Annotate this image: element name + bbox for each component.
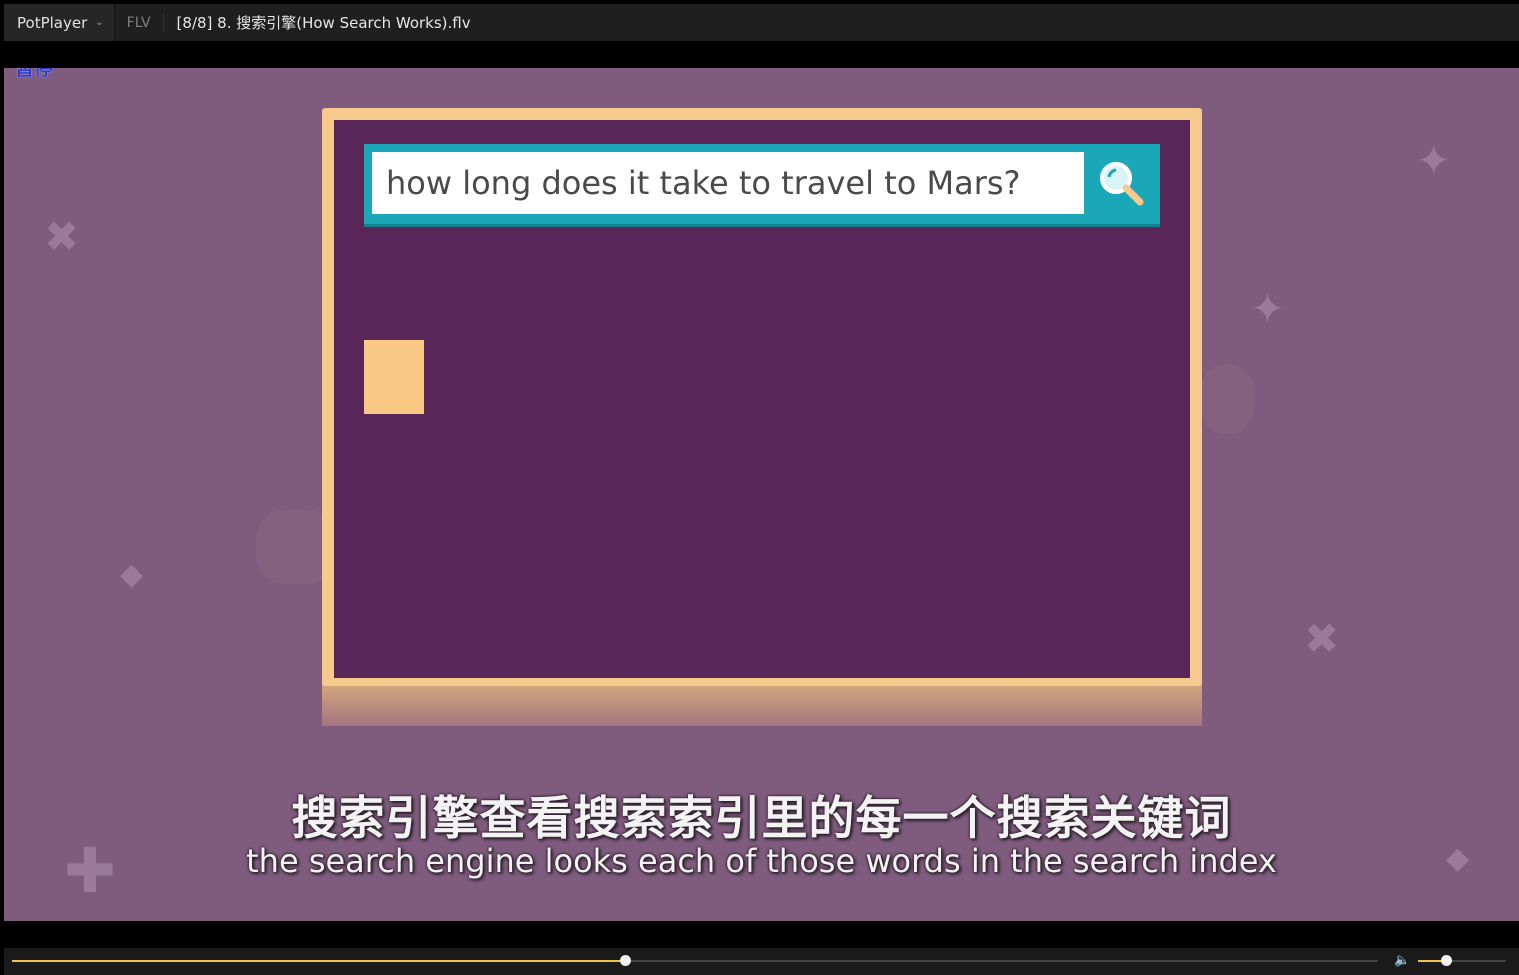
search-input	[372, 152, 1084, 214]
monitor-illustration	[322, 108, 1202, 686]
monitor-screen	[334, 120, 1190, 678]
search-button	[1084, 144, 1160, 224]
monitor-stand	[322, 680, 1202, 726]
sparkle-icon: ✦	[1250, 284, 1286, 333]
video-frame[interactable]: 暂停 ✖ ✦ ✦ ◆ ✖ ✚ ◆ 搜索引擎查看搜索索引里的每一个搜索关键词 th…	[4, 68, 1519, 921]
subtitle-english: the search engine looks each of those wo…	[246, 842, 1277, 880]
app-menu-button[interactable]: PotPlayer ⌄	[4, 4, 115, 41]
format-badge: FLV	[115, 13, 164, 32]
background-shape	[1200, 364, 1254, 434]
subtitle-chinese: 搜索引擎查看搜索索引里的每一个搜索关键词	[291, 791, 1232, 845]
pause-status-osd: 暂停	[15, 68, 54, 80]
seek-bar[interactable]	[12, 955, 1378, 966]
volume-slider[interactable]	[1418, 955, 1506, 966]
seek-thumb[interactable]	[620, 955, 632, 966]
search-bar	[364, 144, 1160, 224]
sparkle-icon: ✦	[1416, 136, 1452, 185]
sparkle-icon: ◆	[120, 557, 144, 592]
seek-progress	[12, 960, 626, 962]
magnifier-icon	[1100, 162, 1144, 206]
control-bar: 🔈	[4, 948, 1519, 975]
volume-thumb[interactable]	[1441, 955, 1453, 966]
volume-icon[interactable]: 🔈	[1394, 953, 1410, 968]
sparkle-icon: ✖	[1304, 614, 1340, 663]
title-bar: PotPlayer ⌄ FLV [8/8] 8. 搜索引擎(How Search…	[4, 4, 1519, 41]
sparkle-icon: ✖	[44, 212, 80, 261]
text-cursor-block	[364, 340, 424, 414]
app-name: PotPlayer	[17, 13, 88, 32]
file-title: [8/8] 8. 搜索引擎(How Search Works).flv	[176, 14, 471, 32]
chevron-down-icon: ⌄	[95, 17, 104, 28]
